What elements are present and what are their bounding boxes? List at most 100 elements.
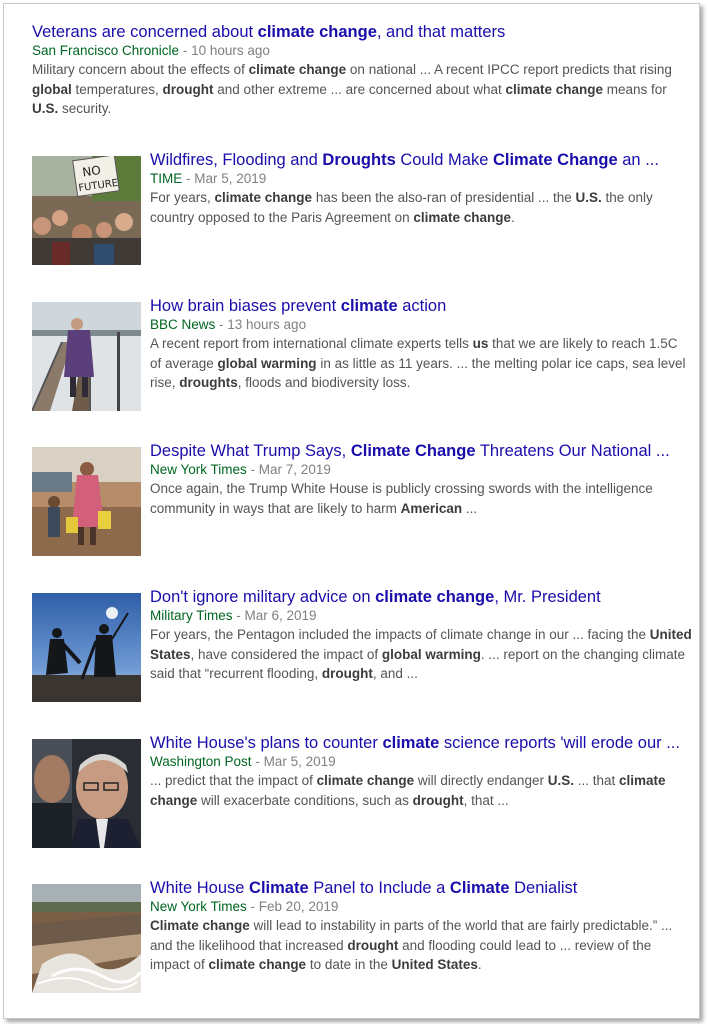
result-source: TIME bbox=[150, 171, 183, 186]
water-carrying-photo bbox=[32, 447, 141, 556]
result-meta: New York Times - Feb 20, 2019 bbox=[150, 898, 692, 916]
highlighted-term: climate change bbox=[257, 23, 377, 41]
result-source: BBC News bbox=[150, 317, 216, 332]
news-result: Veterans are concerned about climate cha… bbox=[32, 22, 692, 119]
result-date: 10 hours ago bbox=[191, 43, 270, 58]
result-thumbnail[interactable] bbox=[32, 884, 141, 993]
meta-separator: - bbox=[246, 462, 259, 477]
result-thumbnail[interactable] bbox=[32, 302, 141, 411]
result-snippet: Climate change will lead to instability … bbox=[150, 916, 692, 975]
meta-separator: - bbox=[251, 754, 264, 769]
highlighted-term: Climate bbox=[249, 879, 309, 897]
result-date: Mar 5, 2019 bbox=[263, 754, 336, 769]
text-run: Military concern about the effects of bbox=[32, 62, 249, 77]
meta-separator: - bbox=[232, 608, 245, 623]
result-date: Mar 7, 2019 bbox=[258, 462, 331, 477]
text-run: ... predict that the impact of bbox=[150, 773, 317, 788]
result-title-link[interactable]: White House Climate Panel to Include a C… bbox=[150, 878, 692, 898]
result-meta: San Francisco Chronicle - 10 hours ago bbox=[32, 42, 692, 60]
snow-railway-photo bbox=[32, 302, 141, 411]
result-title-link[interactable]: Wildfires, Flooding and Droughts Could M… bbox=[150, 150, 692, 170]
highlighted-term: climate change bbox=[248, 62, 347, 77]
text-run: Panel to Include a bbox=[308, 879, 450, 897]
text-run: How brain biases prevent bbox=[150, 297, 341, 315]
meta-separator: - bbox=[215, 317, 228, 332]
text-run: an ... bbox=[617, 151, 659, 169]
result-title-link[interactable]: Veterans are concerned about climate cha… bbox=[32, 22, 692, 42]
text-run: and other extreme ... are concerned abou… bbox=[213, 81, 506, 97]
highlighted-term: climate change bbox=[316, 773, 415, 788]
officials-portrait-photo bbox=[32, 739, 141, 848]
highlighted-term: drought bbox=[412, 792, 464, 808]
highlighted-term: United States bbox=[391, 957, 478, 972]
text-run: , that ... bbox=[463, 792, 509, 808]
highlighted-term: global warming bbox=[381, 646, 481, 662]
result-title-link[interactable]: White House's plans to counter climate s… bbox=[150, 733, 692, 753]
news-result: NO FUTURE Wildfires, Flooding and Drough… bbox=[32, 150, 692, 265]
text-run: action bbox=[397, 297, 447, 315]
highlighted-term: Droughts bbox=[322, 151, 396, 169]
text-run: A recent report from international clima… bbox=[150, 336, 473, 351]
result-snippet: ... predict that the impact of climate c… bbox=[150, 771, 692, 810]
result-date: Mar 6, 2019 bbox=[244, 608, 317, 623]
text-run: has been the also-ran of presidential ..… bbox=[312, 190, 576, 205]
result-title-link[interactable]: Don't ignore military advice on climate … bbox=[150, 587, 692, 607]
meta-separator: - bbox=[246, 899, 259, 914]
protest-crowd-photo: NO FUTURE bbox=[32, 156, 141, 265]
result-source: San Francisco Chronicle bbox=[32, 43, 180, 58]
result-meta: Military Times - Mar 6, 2019 bbox=[150, 607, 692, 625]
highlighted-term: drought bbox=[321, 666, 373, 681]
highlighted-term: climate change bbox=[375, 588, 495, 606]
text-run: Threatens Our National ... bbox=[475, 442, 670, 460]
text-run: Denialist bbox=[509, 879, 578, 897]
highlighted-term: climate change bbox=[413, 209, 511, 225]
text-run: security. bbox=[58, 101, 112, 116]
result-date: 13 hours ago bbox=[227, 317, 307, 332]
highlighted-term: drought bbox=[347, 937, 399, 953]
meta-separator: - bbox=[182, 171, 195, 186]
highlighted-term: global bbox=[32, 81, 72, 97]
highlighted-term: American bbox=[400, 500, 463, 516]
highlighted-term: global warming bbox=[217, 355, 317, 371]
result-snippet: A recent report from international clima… bbox=[150, 334, 692, 393]
sign-text-line1: NO bbox=[81, 163, 101, 179]
result-thumbnail[interactable] bbox=[32, 739, 141, 848]
text-run: Don't ignore military advice on bbox=[150, 588, 376, 606]
result-snippet: For years, the Pentagon included the imp… bbox=[150, 625, 692, 684]
text-run: Despite What Trump Says, bbox=[150, 442, 351, 460]
highlighted-term: climate change bbox=[505, 81, 604, 97]
highlighted-term: droughts bbox=[179, 375, 238, 390]
highlighted-term: climate bbox=[340, 297, 398, 315]
result-thumbnail[interactable]: NO FUTURE bbox=[32, 156, 141, 265]
text-run: . bbox=[477, 957, 482, 972]
result-title-link[interactable]: Despite What Trump Says, Climate Change … bbox=[150, 441, 692, 461]
text-run: Could Make bbox=[395, 151, 493, 169]
highlighted-term: Climate bbox=[449, 879, 510, 897]
result-thumbnail[interactable] bbox=[32, 447, 141, 556]
text-run: means for bbox=[603, 81, 667, 97]
news-result: White House's plans to counter climate s… bbox=[32, 733, 692, 848]
result-date: Feb 20, 2019 bbox=[258, 899, 339, 914]
meta-separator: - bbox=[179, 43, 192, 58]
result-source: New York Times bbox=[150, 899, 247, 914]
news-result: How brain biases prevent climate action … bbox=[32, 296, 692, 411]
highlighted-term: U.S. bbox=[547, 773, 574, 788]
result-thumbnail[interactable] bbox=[32, 593, 141, 702]
news-result: Despite What Trump Says, Climate Change … bbox=[32, 441, 692, 556]
text-run: , floods and biodiversity loss. bbox=[237, 375, 411, 390]
text-run: temperatures, bbox=[71, 81, 163, 97]
text-run: will directly endanger bbox=[414, 773, 548, 788]
text-run: . bbox=[510, 209, 515, 225]
text-run: White House bbox=[150, 879, 250, 897]
text-run: science reports 'will erode our ... bbox=[439, 734, 680, 752]
result-title-link[interactable]: How brain biases prevent climate action bbox=[150, 296, 692, 316]
result-source: Military Times bbox=[150, 608, 233, 623]
news-result: Don't ignore military advice on climate … bbox=[32, 587, 692, 702]
soldiers-silhouette-photo bbox=[32, 593, 141, 702]
result-date: Mar 5, 2019 bbox=[194, 171, 267, 186]
highlighted-term: Climate Change bbox=[350, 442, 476, 460]
result-source: New York Times bbox=[150, 462, 247, 477]
text-run: , and that matters bbox=[376, 23, 506, 41]
text-run: , have considered the impact of bbox=[190, 646, 382, 662]
result-snippet: For years, climate change has been the a… bbox=[150, 188, 692, 227]
